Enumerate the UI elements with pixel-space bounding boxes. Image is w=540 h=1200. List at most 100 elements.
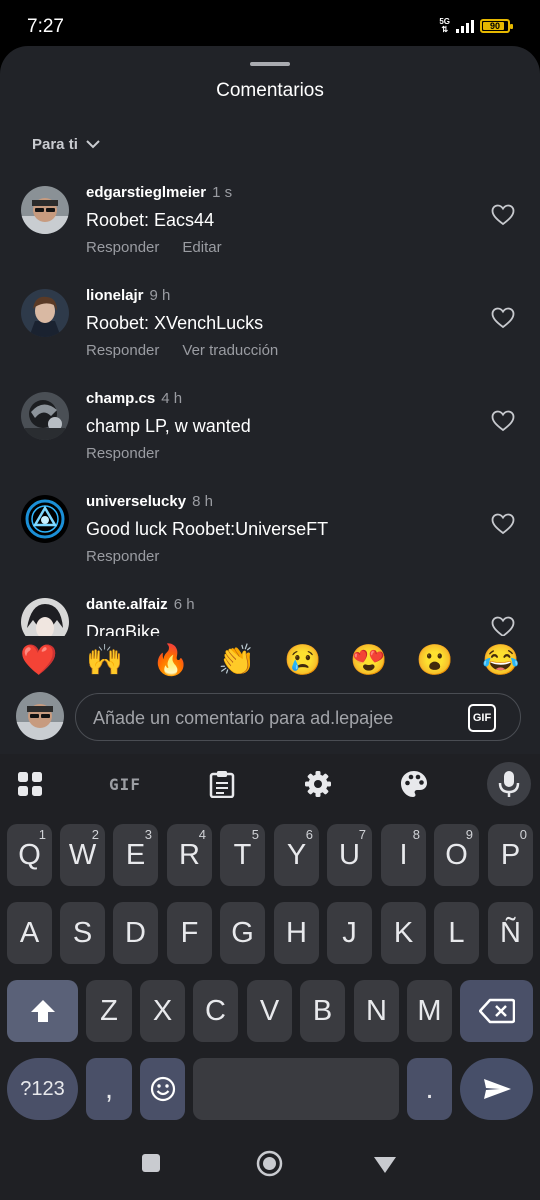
emoji-laughing[interactable]: 😂 [482,646,519,676]
clipboard-icon[interactable] [206,768,238,800]
key-p[interactable]: P0 [488,824,533,886]
heart-icon[interactable] [491,307,515,329]
key-n[interactable]: N [354,980,399,1042]
settings-gear-icon[interactable] [302,768,334,800]
avatar[interactable] [21,495,69,543]
mic-button[interactable] [487,762,531,806]
username-text: dante.alfaiz [86,596,168,613]
comment-username[interactable]: champ.cs 4 h [86,390,182,407]
reply-button[interactable]: Responder [86,342,159,359]
comment-username[interactable]: dante.alfaiz 6 h [86,596,195,613]
reply-button[interactable]: Responder [86,445,159,462]
comment-time: 9 h [149,287,171,304]
keyboard-toolbar: GIF [0,754,540,814]
key-m[interactable]: M [407,980,452,1042]
back-triangle-icon[interactable] [373,1156,397,1179]
key-hint: 9 [465,827,473,842]
comment-item: champ.cs 4 h champ LP, w wanted Responder [0,382,540,485]
home-circle-icon[interactable] [256,1150,283,1182]
sheet-title: Comentarios [216,80,324,101]
key-w[interactable]: W2 [60,824,105,886]
avatar[interactable] [21,598,69,636]
backspace-key[interactable] [460,980,533,1042]
space-key[interactable] [193,1058,399,1120]
comment-username[interactable]: edgarstieglmeier 1 s [86,184,232,201]
heart-icon[interactable] [491,616,515,636]
key-x[interactable]: X [140,980,185,1042]
emoji-heart-eyes[interactable]: 😍 [350,646,387,676]
key-d[interactable]: D [113,902,158,964]
heart-icon[interactable] [491,204,515,226]
key-v[interactable]: V [247,980,292,1042]
filter-label: Para ti [32,136,78,153]
key-h[interactable]: H [274,902,319,964]
sort-filter-button[interactable]: Para ti [32,136,100,153]
emoji-raising-hands[interactable]: 🙌 [86,646,123,676]
key-j[interactable]: J [327,902,372,964]
key-label: Q [18,838,41,871]
shift-arrow-icon [30,1000,55,1022]
send-key[interactable] [460,1058,533,1120]
reply-button[interactable]: Responder [86,548,159,565]
key-hint: 4 [198,827,206,842]
key-r[interactable]: R4 [167,824,212,886]
key-g[interactable]: G [220,902,265,964]
palette-icon[interactable] [398,768,430,800]
heart-icon[interactable] [491,410,515,432]
shift-key[interactable] [7,980,78,1042]
gif-button[interactable]: GIF [468,704,496,732]
drag-handle[interactable] [250,62,290,66]
comment-list[interactable]: edgarstieglmeier 1 s Roobet: Eacs44 Respo… [0,176,540,636]
comma-key[interactable]: , [86,1058,132,1120]
comment-username[interactable]: universelucky 8 h [86,493,213,510]
key-k[interactable]: K [381,902,426,964]
key-e[interactable]: E3 [113,824,158,886]
comment-actions: Responder Editar [86,239,222,256]
emoji-clap[interactable]: 👏 [218,646,255,676]
comment-username[interactable]: lionelajr 9 h [86,287,170,304]
key-hint: 2 [91,827,99,842]
key-a[interactable]: A [7,902,52,964]
emoji-crying[interactable]: 😢 [284,646,321,676]
comment-time: 8 h [192,493,213,510]
keyboard-gif-button[interactable]: GIF [105,768,145,800]
key-u[interactable]: U7 [327,824,372,886]
key-o[interactable]: O9 [434,824,479,886]
emoji-key[interactable] [140,1058,185,1120]
key-enye[interactable]: Ñ [488,902,533,964]
key-i[interactable]: I8 [381,824,426,886]
emoji-fire[interactable]: 🔥 [152,646,189,676]
recents-square-icon[interactable] [142,1154,160,1177]
comment-text: Good luck Roobet:UniverseFT [86,519,329,539]
key-s[interactable]: S [60,902,105,964]
send-arrow-icon [483,1079,511,1099]
status-icons: 5G ⇅ 90 [439,18,513,34]
key-label: O [445,838,468,871]
avatar[interactable] [21,186,69,234]
comment-text: Roobet: XVenchLucks [86,313,264,333]
edit-button[interactable]: Editar [182,239,221,256]
see-translation-button[interactable]: Ver traducción [182,342,278,359]
avatar[interactable] [21,392,69,440]
emoji-surprised[interactable]: 😮 [416,646,453,676]
comment-actions: Responder Ver traducción [86,342,278,359]
key-label: E [125,838,146,871]
key-q[interactable]: Q1 [7,824,52,886]
key-z[interactable]: Z [86,980,132,1042]
battery-icon: 90 [480,19,513,33]
comment-input-placeholder: Añade un comentario para ad.lepajee [93,708,394,728]
period-key[interactable]: . [407,1058,452,1120]
key-b[interactable]: B [300,980,345,1042]
avatar[interactable] [21,289,69,337]
key-c[interactable]: C [193,980,238,1042]
emoji-heart[interactable]: ❤️ [20,646,57,676]
key-l[interactable]: L [434,902,479,964]
apps-grid-icon[interactable] [14,768,46,800]
comment-input[interactable]: Añade un comentario para ad.lepajee GIF [75,693,521,741]
heart-icon[interactable] [491,513,515,535]
key-t[interactable]: T5 [220,824,265,886]
key-f[interactable]: F [167,902,212,964]
key-y[interactable]: Y6 [274,824,319,886]
symbols-key[interactable]: ?123 [7,1058,78,1120]
reply-button[interactable]: Responder [86,239,159,256]
